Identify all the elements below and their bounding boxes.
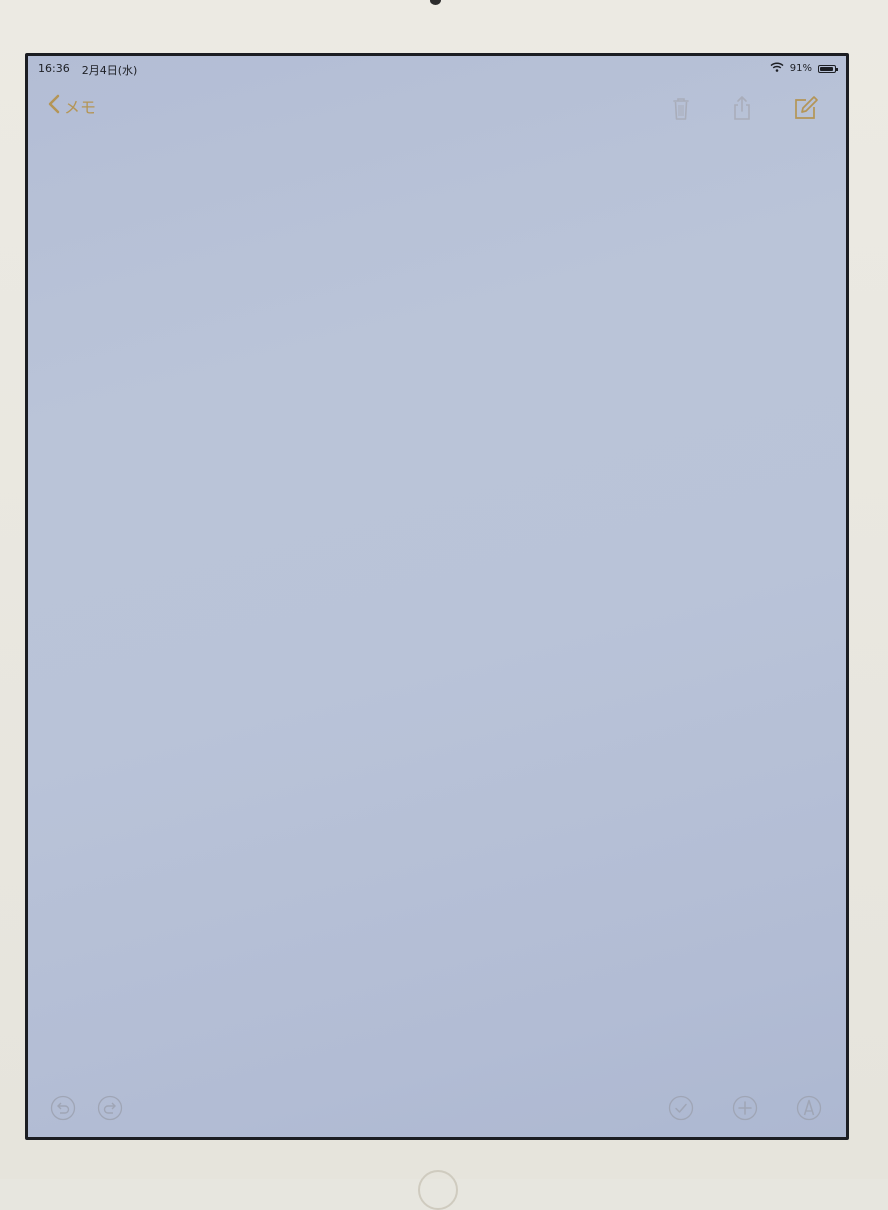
home-button[interactable] xyxy=(418,1170,458,1210)
status-bar: 16:36 2月4日(水) 91% xyxy=(28,56,846,84)
navigation-bar: メモ xyxy=(28,86,846,130)
wifi-icon xyxy=(770,62,784,75)
compose-icon[interactable] xyxy=(791,94,819,122)
battery-percent: 91% xyxy=(789,63,812,74)
checklist-icon[interactable] xyxy=(668,1095,694,1121)
status-date: 2月4日(水) xyxy=(81,64,138,77)
status-time: 16:36 xyxy=(38,62,70,75)
back-to-notes-button[interactable]: メモ xyxy=(48,94,96,118)
battery-level xyxy=(820,66,833,71)
trash-icon[interactable] xyxy=(667,94,695,122)
front-camera xyxy=(430,0,441,5)
device-bezel: 16:36 2月4日(水) 91% メモ xyxy=(0,0,888,1210)
notes-screen: 16:36 2月4日(水) 91% メモ xyxy=(25,53,849,1140)
markup-icon[interactable] xyxy=(796,1095,822,1121)
share-icon[interactable] xyxy=(728,94,756,122)
redo-icon[interactable] xyxy=(97,1095,123,1121)
chevron-left-icon xyxy=(48,94,60,118)
bottom-toolbar xyxy=(28,1093,846,1123)
add-icon[interactable] xyxy=(732,1095,758,1121)
back-button-label: メモ xyxy=(64,98,97,117)
undo-icon[interactable] xyxy=(50,1095,76,1121)
battery-icon xyxy=(818,64,838,73)
